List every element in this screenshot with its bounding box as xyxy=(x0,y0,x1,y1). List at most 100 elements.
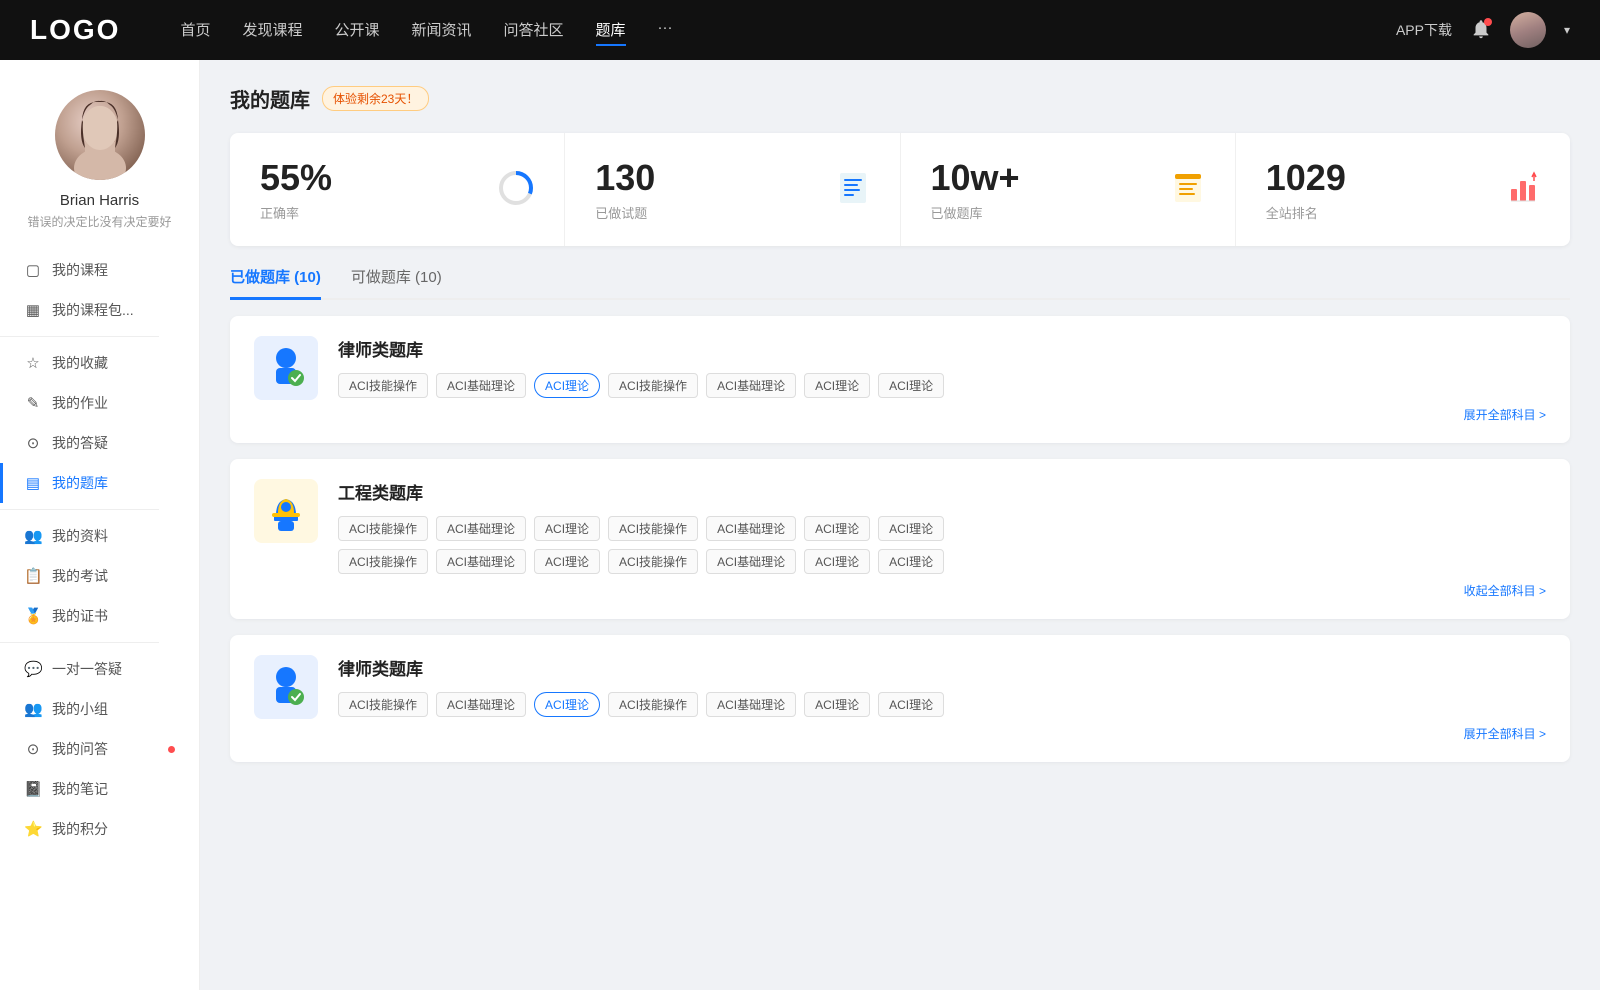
bank-tag[interactable]: ACI技能操作 xyxy=(338,692,428,717)
sidebar-item-group[interactable]: 👥 我的小组 xyxy=(0,689,199,729)
avatar-placeholder xyxy=(55,90,145,180)
bank-tag[interactable]: ACI技能操作 xyxy=(608,516,698,541)
stat-done-banks: 10w+ 已做题库 xyxy=(901,133,1236,246)
bank-tag[interactable]: ACI理论 xyxy=(878,516,944,541)
bank-tag[interactable]: ACI理论 xyxy=(878,549,944,574)
logo[interactable]: LOGO xyxy=(30,14,120,46)
bank-tag[interactable]: ACI基础理论 xyxy=(706,516,796,541)
sidebar-divider xyxy=(0,336,159,337)
bank-header: 工程类题库 ACI技能操作 ACI基础理论 ACI理论 ACI技能操作 ACI基… xyxy=(254,479,1546,599)
nav-link-questionbank[interactable]: 题库 xyxy=(596,15,626,46)
bank-tags: ACI技能操作 ACI基础理论 ACI理论 ACI技能操作 ACI基础理论 AC… xyxy=(338,692,1546,717)
bank-tag[interactable]: ACI技能操作 xyxy=(608,373,698,398)
bank-icon: ▤ xyxy=(24,474,42,492)
sidebar-item-notes[interactable]: 📓 我的笔记 xyxy=(0,769,199,809)
bank-tag[interactable]: ACI理论 xyxy=(804,549,870,574)
navbar: LOGO 首页 发现课程 公开课 新闻资讯 问答社区 题库 ··· APP下载 … xyxy=(0,0,1600,60)
sidebar-item-mycourse[interactable]: ▢ 我的课程 xyxy=(0,250,199,290)
nav-link-more[interactable]: ··· xyxy=(658,15,673,46)
expand-button[interactable]: 展开全部科目 > xyxy=(338,406,1546,423)
profile-icon: 👥 xyxy=(24,527,42,545)
sidebar-item-exam[interactable]: 📋 我的考试 xyxy=(0,556,199,596)
bank-tags-row1: ACI技能操作 ACI基础理论 ACI理论 ACI技能操作 ACI基础理论 AC… xyxy=(338,516,1546,541)
nav-link-qa[interactable]: 问答社区 xyxy=(504,15,564,46)
notification-dot xyxy=(1484,18,1492,26)
tab-available-banks[interactable]: 可做题库 (10) xyxy=(351,266,442,300)
avatar-dropdown-caret[interactable]: ▾ xyxy=(1564,23,1570,37)
bank-tag[interactable]: ACI理论 xyxy=(878,692,944,717)
bank-tag[interactable]: ACI理论 xyxy=(804,516,870,541)
bank-tag[interactable]: ACI基础理论 xyxy=(706,549,796,574)
bank-tag[interactable]: ACI理论 xyxy=(878,373,944,398)
app-download-link[interactable]: APP下载 xyxy=(1396,20,1452,40)
user-avatar[interactable] xyxy=(1510,12,1546,48)
sidebar-item-label: 我的答疑 xyxy=(52,433,175,453)
sidebar-item-label: 我的资料 xyxy=(52,526,175,546)
answer-icon: ⊙ xyxy=(24,740,42,758)
sidebar-item-qa[interactable]: ⊙ 我的答疑 xyxy=(0,423,199,463)
page-title-row: 我的题库 体验剩余23天！ xyxy=(230,84,1570,113)
bank-tag-selected[interactable]: ACI理论 xyxy=(534,692,600,717)
nav-right: APP下载 ▾ xyxy=(1396,12,1570,48)
bank-section-engineer: 工程类题库 ACI技能操作 ACI基础理论 ACI理论 ACI技能操作 ACI基… xyxy=(230,459,1570,619)
stat-site-rank: 1029 全站排名 xyxy=(1236,133,1570,246)
bank-tag[interactable]: ACI技能操作 xyxy=(608,549,698,574)
sidebar-avatar xyxy=(55,90,145,180)
avatar-silhouette xyxy=(55,90,145,180)
exam-icon: 📋 xyxy=(24,567,42,585)
stat-done-questions: 130 已做试题 xyxy=(565,133,900,246)
bank-tag[interactable]: ACI基础理论 xyxy=(436,516,526,541)
points-icon: ⭐ xyxy=(24,820,42,838)
sidebar-item-label: 我的作业 xyxy=(52,393,175,413)
bank-body: 律师类题库 ACI技能操作 ACI基础理论 ACI理论 ACI技能操作 ACI基… xyxy=(338,655,1546,742)
nav-link-news[interactable]: 新闻资讯 xyxy=(412,15,472,46)
bank-tag[interactable]: ACI基础理论 xyxy=(436,692,526,717)
sidebar-item-points[interactable]: ⭐ 我的积分 xyxy=(0,809,199,849)
nav-link-discover[interactable]: 发现课程 xyxy=(242,15,302,46)
sidebar-item-tutoring[interactable]: 💬 一对一答疑 xyxy=(0,649,199,689)
bank-tag[interactable]: ACI理论 xyxy=(534,549,600,574)
sidebar-item-favorites[interactable]: ☆ 我的收藏 xyxy=(0,343,199,383)
stat-label: 已做题库 xyxy=(931,203,1020,222)
bank-tag[interactable]: ACI理论 xyxy=(804,692,870,717)
nav-link-home[interactable]: 首页 xyxy=(180,15,210,46)
bank-tag[interactable]: ACI技能操作 xyxy=(338,549,428,574)
sidebar-item-homework[interactable]: ✎ 我的作业 xyxy=(0,383,199,423)
lawyer-icon-2 xyxy=(262,663,310,711)
bank-tag[interactable]: ACI基础理论 xyxy=(706,373,796,398)
bank-body: 律师类题库 ACI技能操作 ACI基础理论 ACI理论 ACI技能操作 ACI基… xyxy=(338,336,1546,423)
bank-icon-lawyer-2 xyxy=(254,655,318,719)
accuracy-icon xyxy=(498,170,534,209)
sidebar-item-profile[interactable]: 👥 我的资料 xyxy=(0,516,199,556)
bank-header: 律师类题库 ACI技能操作 ACI基础理论 ACI理论 ACI技能操作 ACI基… xyxy=(254,336,1546,423)
expand-button-2[interactable]: 展开全部科目 > xyxy=(338,725,1546,742)
bank-tag[interactable]: ACI基础理论 xyxy=(436,549,526,574)
sidebar-item-certificate[interactable]: 🏅 我的证书 xyxy=(0,596,199,636)
collapse-button[interactable]: 收起全部科目 > xyxy=(338,582,1546,599)
bank-tag-selected[interactable]: ACI理论 xyxy=(534,373,600,398)
bank-tag[interactable]: ACI理论 xyxy=(534,516,600,541)
bank-body: 工程类题库 ACI技能操作 ACI基础理论 ACI理论 ACI技能操作 ACI基… xyxy=(338,479,1546,599)
nav-link-opencourse[interactable]: 公开课 xyxy=(334,15,379,46)
notification-bell[interactable] xyxy=(1470,18,1492,43)
star-icon: ☆ xyxy=(24,354,42,372)
sidebar-item-questionbank[interactable]: ▤ 我的题库 xyxy=(0,463,199,503)
tab-done-banks[interactable]: 已做题库 (10) xyxy=(230,266,321,300)
bank-tag[interactable]: ACI技能操作 xyxy=(338,373,428,398)
bank-tag[interactable]: ACI技能操作 xyxy=(338,516,428,541)
sidebar-item-answers[interactable]: ⊙ 我的问答 xyxy=(0,729,199,769)
sidebar-item-coursepackage[interactable]: ▦ 我的课程包... xyxy=(0,290,199,330)
notes-icon: 📓 xyxy=(24,780,42,798)
stat-value: 130 xyxy=(595,157,655,199)
list-icon xyxy=(1171,171,1205,205)
stat-value: 10w+ xyxy=(931,157,1020,199)
bank-tags: ACI技能操作 ACI基础理论 ACI理论 ACI技能操作 ACI基础理论 AC… xyxy=(338,373,1546,398)
bank-tag[interactable]: ACI理论 xyxy=(804,373,870,398)
bank-tag[interactable]: ACI基础理论 xyxy=(706,692,796,717)
bank-tag[interactable]: ACI技能操作 xyxy=(608,692,698,717)
stat-rank-wrap: 1029 全站排名 xyxy=(1266,157,1346,222)
bank-section-lawyer-2: 律师类题库 ACI技能操作 ACI基础理论 ACI理论 ACI技能操作 ACI基… xyxy=(230,635,1570,762)
sidebar-item-label: 我的积分 xyxy=(52,819,175,839)
bank-title: 律师类题库 xyxy=(338,655,1546,680)
bank-tag[interactable]: ACI基础理论 xyxy=(436,373,526,398)
